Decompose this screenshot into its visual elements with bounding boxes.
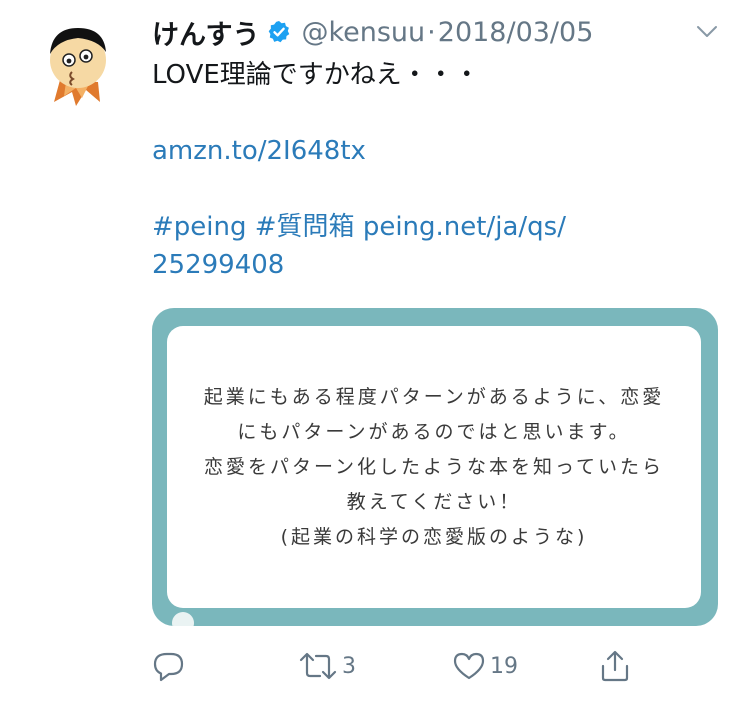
author-handle[interactable]: @kensuu [301, 17, 425, 48]
reply-button[interactable] [152, 646, 186, 686]
tweet-date[interactable]: 2018/03/05 [438, 17, 594, 48]
chevron-down-icon[interactable] [696, 24, 718, 38]
avatar[interactable] [42, 22, 124, 110]
question-card-body: 起業にもある程度パターンがあるように、恋愛 にもパターンがあるのではと思います。… [167, 326, 701, 608]
like-count: 19 [490, 653, 518, 679]
card-decoration [172, 612, 194, 626]
like-button[interactable]: 19 [452, 646, 518, 686]
retweet-button[interactable]: 3 [298, 646, 356, 686]
question-line: 起業にもある程度パターンがあるように、恋愛 [203, 385, 665, 408]
amazon-short-link[interactable]: amzn.to/2I648tx [152, 136, 366, 166]
author-name[interactable]: けんすう [152, 13, 259, 52]
question-line: にもパターンがあるのではと思います。 [237, 420, 631, 443]
question-line: 教えてください！ [346, 490, 522, 513]
tweet-header: けんすう @kensuu · 2018/03/05 [152, 12, 593, 52]
tweet-text: LOVE理論ですかねえ・・・ amzn.to/2I648tx #peing #質… [152, 56, 712, 284]
verified-badge-icon [267, 20, 291, 44]
question-line: (起業の科学の恋愛版のような) [280, 525, 588, 548]
hashtag-question-box[interactable]: #質問箱 [255, 212, 355, 242]
separator-dot: · [427, 16, 436, 48]
reply-icon [153, 652, 184, 682]
question-line: 恋愛をパターン化したような本を知っていたら [203, 455, 665, 478]
peing-link[interactable]: peing.net/ja/qs/ [363, 212, 566, 242]
avatar-image [50, 28, 106, 106]
heart-icon [453, 652, 485, 680]
share-icon [601, 650, 629, 682]
share-button[interactable] [598, 646, 632, 686]
tweet-text-line: LOVE理論ですかねえ・・・ [152, 60, 480, 90]
tweet-actions: 3 19 [152, 646, 712, 686]
retweet-count: 3 [342, 653, 356, 679]
peing-link-continued[interactable]: 25299408 [152, 250, 284, 280]
retweet-icon [299, 652, 337, 680]
hashtag-peing[interactable]: #peing [152, 212, 247, 242]
question-card-image[interactable]: 起業にもある程度パターンがあるように、恋愛 にもパターンがあるのではと思います。… [152, 308, 718, 626]
